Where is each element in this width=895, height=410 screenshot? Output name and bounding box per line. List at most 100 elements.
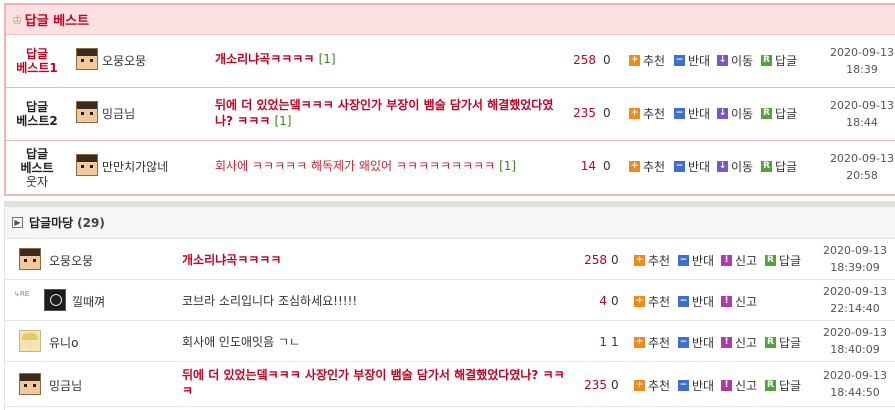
reply-row: 유니o 회사애 인도애잇음 ㄱㄴ 1 1 + 추천 − 반대 ! 신고 R 답글 202… — [5, 321, 895, 362]
oppose-count: 0 — [603, 53, 611, 67]
oppose-button[interactable]: − 반대 — [678, 252, 714, 269]
oppose-button[interactable]: − 반대 — [678, 377, 714, 394]
move-button[interactable]: ↓ 이동 — [717, 52, 753, 69]
reply-icon: R — [765, 255, 776, 266]
minus-icon: − — [678, 337, 689, 348]
nickname[interactable]: 유니o — [49, 334, 78, 351]
recommend-button[interactable]: + 추천 — [634, 252, 670, 269]
reply-text[interactable]: 회사애 인도애잇음 ㄱㄴ — [182, 334, 562, 350]
plus-icon: + — [629, 55, 640, 66]
move-button[interactable]: ↓ 이동 — [717, 105, 753, 122]
trophy-icon: ♔ — [12, 12, 23, 27]
post-title[interactable]: 개소리냐곡ㅋㅋㅋㅋ [1] — [215, 51, 555, 67]
nickname[interactable]: 밍금님 — [102, 105, 135, 122]
report-button[interactable]: ! 신고 — [721, 377, 757, 394]
nickname[interactable]: 낄때껴 — [72, 293, 105, 310]
oppose-count: 0 — [603, 159, 611, 173]
reply-icon: R — [761, 108, 772, 119]
best-row: 답글 베스트2 밍금님 뒤에 더 있었는뎈ㅋㅋㅋ 사장인가 부장이 뱀술 담가서… — [6, 88, 895, 141]
recommend-button[interactable]: + 추천 — [634, 334, 670, 351]
oppose-button[interactable]: − 반대 — [678, 334, 714, 351]
reply-indent-icon: ↳RE — [14, 290, 30, 298]
reply-button[interactable]: R 답글 — [761, 52, 797, 69]
nickname[interactable]: 밍금님 — [49, 377, 82, 394]
avatar[interactable] — [19, 330, 41, 352]
oppose-button[interactable]: − 반대 — [674, 52, 710, 69]
plus-icon: + — [634, 296, 645, 307]
comment-count: [1] — [499, 159, 517, 173]
rank-label: 답글 베스트 웃자 — [20, 146, 54, 189]
recommend-button[interactable]: + 추천 — [634, 293, 670, 310]
nickname[interactable]: 오뭉오뭉 — [102, 52, 146, 69]
avatar[interactable] — [19, 248, 41, 270]
reply-best-box: ♔ 답글 베스트 답글 베스트1 오뭉오뭉 개소리냐곡ㅋㅋㅋㅋ [1] 258 … — [4, 3, 895, 196]
reply-text[interactable]: 개소리냐곡ㅋㅋㅋㅋ — [182, 252, 562, 268]
reply-text[interactable]: 뒤에 더 있었는뎈ㅋㅋㅋ 사장인가 부장이 뱀술 담가서 해결했었다였나? ㅋㅋ… — [182, 367, 567, 399]
comment-count: [1] — [274, 114, 292, 128]
minus-icon: − — [678, 255, 689, 266]
recommend-button[interactable]: + 추천 — [629, 105, 665, 122]
recommend-count: 4 — [599, 294, 607, 308]
rank-label: 답글 베스트1 — [16, 47, 58, 75]
reply-button[interactable]: R 답글 — [765, 334, 801, 351]
oppose-button[interactable]: − 반대 — [678, 293, 714, 310]
reply-button[interactable]: R 답글 — [765, 377, 801, 394]
avatar[interactable] — [76, 101, 98, 123]
reply-text[interactable]: 코브라 소리입니다 조심하세요!!!!! — [182, 293, 562, 309]
recommend-button[interactable]: + 추천 — [634, 377, 670, 394]
nickname[interactable]: 만만치가않네 — [102, 158, 168, 175]
oppose-button[interactable]: − 반대 — [674, 158, 710, 175]
post-datetime: 2020-09-13 20:58 — [830, 152, 894, 182]
minus-icon: − — [674, 161, 685, 172]
report-icon: ! — [721, 296, 732, 307]
reply-button[interactable]: R 답글 — [761, 158, 797, 175]
recommend-count: 258 — [573, 53, 596, 67]
recommend-button[interactable]: + 추천 — [629, 158, 665, 175]
down-arrow-icon: ↓ — [717, 108, 728, 119]
best-row: 답글 베스트 웃자 만만치가않네 회사에 ㅋㅋㅋㅋㅋ 해독제가 왜있어 ㅋㅋㅋㅋ… — [6, 141, 895, 194]
recommend-button[interactable]: + 추천 — [629, 52, 665, 69]
plus-icon: + — [634, 255, 645, 266]
recommend-count: 1 — [599, 335, 607, 349]
report-icon: ! — [721, 255, 732, 266]
reply-icon: R — [765, 337, 776, 348]
move-button[interactable]: ↓ 이동 — [717, 158, 753, 175]
report-icon: ! — [721, 337, 732, 348]
reply-datetime: 2020-09-13 18:39:09 — [823, 244, 887, 274]
post-title[interactable]: 회사에 ㅋㅋㅋㅋㅋ 해독제가 왜있어 ㅋㅋㅋㅋㅋㅋㅋㅋㅋ [1] — [215, 158, 555, 174]
report-button[interactable]: ! 신고 — [721, 293, 757, 310]
report-button[interactable]: ! 신고 — [721, 252, 757, 269]
reply-row: 오뭉오뭉 개소리냐곡ㅋㅋㅋㅋ 258 0 + 추천 − 반대 ! 신고 R 답글 202… — [5, 239, 895, 280]
reply-button[interactable]: R 답글 — [765, 252, 801, 269]
nickname[interactable]: 오뭉오뭉 — [49, 252, 93, 269]
plus-icon: + — [629, 108, 640, 119]
oppose-button[interactable]: − 반대 — [674, 105, 710, 122]
down-arrow-icon: ↓ — [717, 55, 728, 66]
reply-row: ↳RE 낄때껴 코브라 소리입니다 조심하세요!!!!! 4 0 + 추천 − 반대… — [5, 280, 895, 321]
plus-icon: + — [634, 380, 645, 391]
recommend-count: 235 — [584, 378, 607, 392]
oppose-count: 0 — [611, 253, 619, 267]
expand-toggle-icon[interactable]: ▶ — [12, 217, 23, 228]
post-title[interactable]: 뒤에 더 있었는뎈ㅋㅋㅋ 사장인가 부장이 뱀술 담가서 해결했었다였나? ㅋㅋ… — [215, 97, 565, 129]
post-datetime: 2020-09-13 18:44 — [830, 99, 894, 129]
reply-button[interactable]: R 답글 — [761, 105, 797, 122]
avatar[interactable] — [44, 289, 66, 311]
reply-count: (29) — [77, 215, 105, 230]
recommend-count: 14 — [580, 159, 596, 173]
reply-row: 밍금님 뒤에 더 있었는뎈ㅋㅋㅋ 사장인가 부장이 뱀술 담가서 해결했었다였나… — [5, 362, 895, 407]
comment-count: [1] — [318, 52, 336, 66]
minus-icon: − — [678, 296, 689, 307]
reply-icon: R — [761, 55, 772, 66]
avatar[interactable] — [76, 154, 98, 176]
recommend-count: 235 — [573, 106, 596, 120]
report-button[interactable]: ! 신고 — [721, 334, 757, 351]
minus-icon: − — [674, 55, 685, 66]
avatar[interactable] — [76, 48, 98, 70]
down-arrow-icon: ↓ — [717, 161, 728, 172]
recommend-count: 258 — [584, 253, 607, 267]
plus-icon: + — [634, 337, 645, 348]
oppose-count: 1 — [611, 335, 619, 349]
avatar[interactable] — [19, 373, 41, 395]
reply-icon: R — [761, 161, 772, 172]
